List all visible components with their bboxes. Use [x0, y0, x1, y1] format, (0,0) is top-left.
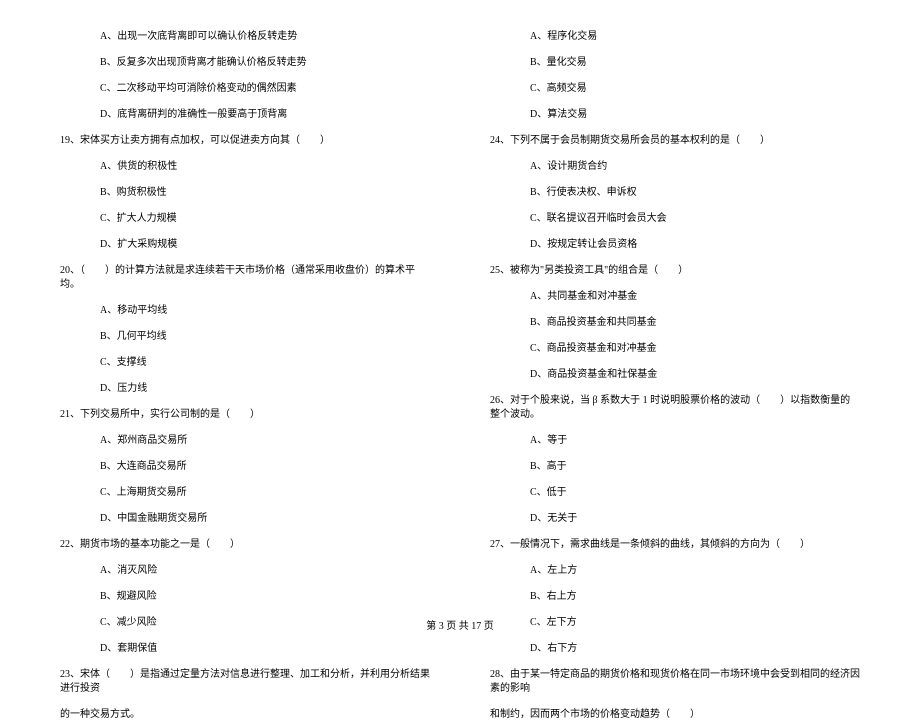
- question-24-stem: 24、下列不属于会员制期货交易所会员的基本权利的是（ ）: [490, 134, 860, 148]
- question-27-option-a: A、左上方: [530, 564, 860, 578]
- question-23-continuation: 的一种交易方式。: [60, 708, 430, 722]
- question-25-option-c: C、商品投资基金和对冲基金: [530, 342, 860, 356]
- question-20-option-a: A、移动平均线: [100, 304, 430, 318]
- question-28-stem: 28、由于某一特定商品的期货价格和现货价格在同一市场环境中会受到相同的经济因素的…: [490, 668, 860, 696]
- question-26-option-d: D、无关于: [530, 512, 860, 526]
- question-25-option-d: D、商品投资基金和社保基金: [530, 368, 860, 382]
- question-24-option-c: C、联名提议召开临时会员大会: [530, 212, 860, 226]
- page-content: A、出现一次底背离即可以确认价格反转走势 B、反复多次出现顶背离才能确认价格反转…: [60, 30, 860, 590]
- question-22-stem: 22、期货市场的基本功能之一是（ ）: [60, 538, 430, 552]
- question-19-option-c: C、扩大人力规模: [100, 212, 430, 226]
- question-21-option-b: B、大连商品交易所: [100, 460, 430, 474]
- question-22-option-a: A、消灭风险: [100, 564, 430, 578]
- question-26-stem: 26、对于个股来说，当 β 系数大于 1 时说明股票价格的波动（ ）以指数衡量的…: [490, 394, 860, 422]
- q23-option-d: D、算法交易: [530, 108, 860, 122]
- question-19-stem: 19、宋体买方让卖方拥有点加权，可以促进卖方向其（ ）: [60, 134, 430, 148]
- question-20-option-c: C、支撑线: [100, 356, 430, 370]
- question-24-option-d: D、按规定转让会员资格: [530, 238, 860, 252]
- question-19-option-d: D、扩大采购规模: [100, 238, 430, 252]
- page-footer: 第 3 页 共 17 页: [0, 617, 920, 632]
- left-column: A、出现一次底背离即可以确认价格反转走势 B、反复多次出现顶背离才能确认价格反转…: [60, 30, 430, 590]
- question-20-option-d: D、压力线: [100, 382, 430, 396]
- question-22-option-b: B、规避风险: [100, 590, 430, 604]
- question-20-option-b: B、几何平均线: [100, 330, 430, 344]
- question-26-option-a: A、等于: [530, 434, 860, 448]
- question-25-option-b: B、商品投资基金和共同基金: [530, 316, 860, 330]
- prev-option-c: C、二次移动平均可消除价格变动的偶然因素: [100, 82, 430, 96]
- right-column: A、程序化交易 B、量化交易 C、高频交易 D、算法交易 24、下列不属于会员制…: [490, 30, 860, 590]
- q23-option-a: A、程序化交易: [530, 30, 860, 44]
- question-24-option-a: A、设计期货合约: [530, 160, 860, 174]
- question-19-option-b: B、购货积极性: [100, 186, 430, 200]
- q23-option-b: B、量化交易: [530, 56, 860, 70]
- q23-option-c: C、高频交易: [530, 82, 860, 96]
- question-27-option-d: D、右下方: [530, 642, 860, 656]
- question-24-option-b: B、行使表决权、申诉权: [530, 186, 860, 200]
- question-25-option-a: A、共同基金和对冲基金: [530, 290, 860, 304]
- question-28-continuation: 和制约，因而两个市场的价格变动趋势（ ）: [490, 708, 860, 722]
- question-21-option-d: D、中国金融期货交易所: [100, 512, 430, 526]
- question-22-option-d: D、套期保值: [100, 642, 430, 656]
- question-21-option-a: A、郑州商品交易所: [100, 434, 430, 448]
- question-27-stem: 27、一般情况下，需求曲线是一条倾斜的曲线，其倾斜的方向为（ ）: [490, 538, 860, 552]
- question-25-stem: 25、被称为"另类投资工具"的组合是（ ）: [490, 264, 860, 278]
- question-27-option-b: B、右上方: [530, 590, 860, 604]
- question-21-option-c: C、上海期货交易所: [100, 486, 430, 500]
- question-26-option-c: C、低于: [530, 486, 860, 500]
- question-19-option-a: A、供货的积极性: [100, 160, 430, 174]
- question-23-stem: 23、宋体（ ）是指通过定量方法对信息进行整理、加工和分析，并利用分析结果进行投…: [60, 668, 430, 696]
- question-20-stem: 20、（ ）的计算方法就是求连续若干天市场价格（通常采用收盘价）的算术平均。: [60, 264, 430, 292]
- question-26-option-b: B、高于: [530, 460, 860, 474]
- question-21-stem: 21、下列交易所中，实行公司制的是（ ）: [60, 408, 430, 422]
- prev-option-b: B、反复多次出现顶背离才能确认价格反转走势: [100, 56, 430, 70]
- prev-option-d: D、底背离研判的准确性一般要高于顶背离: [100, 108, 430, 122]
- prev-option-a: A、出现一次底背离即可以确认价格反转走势: [100, 30, 430, 44]
